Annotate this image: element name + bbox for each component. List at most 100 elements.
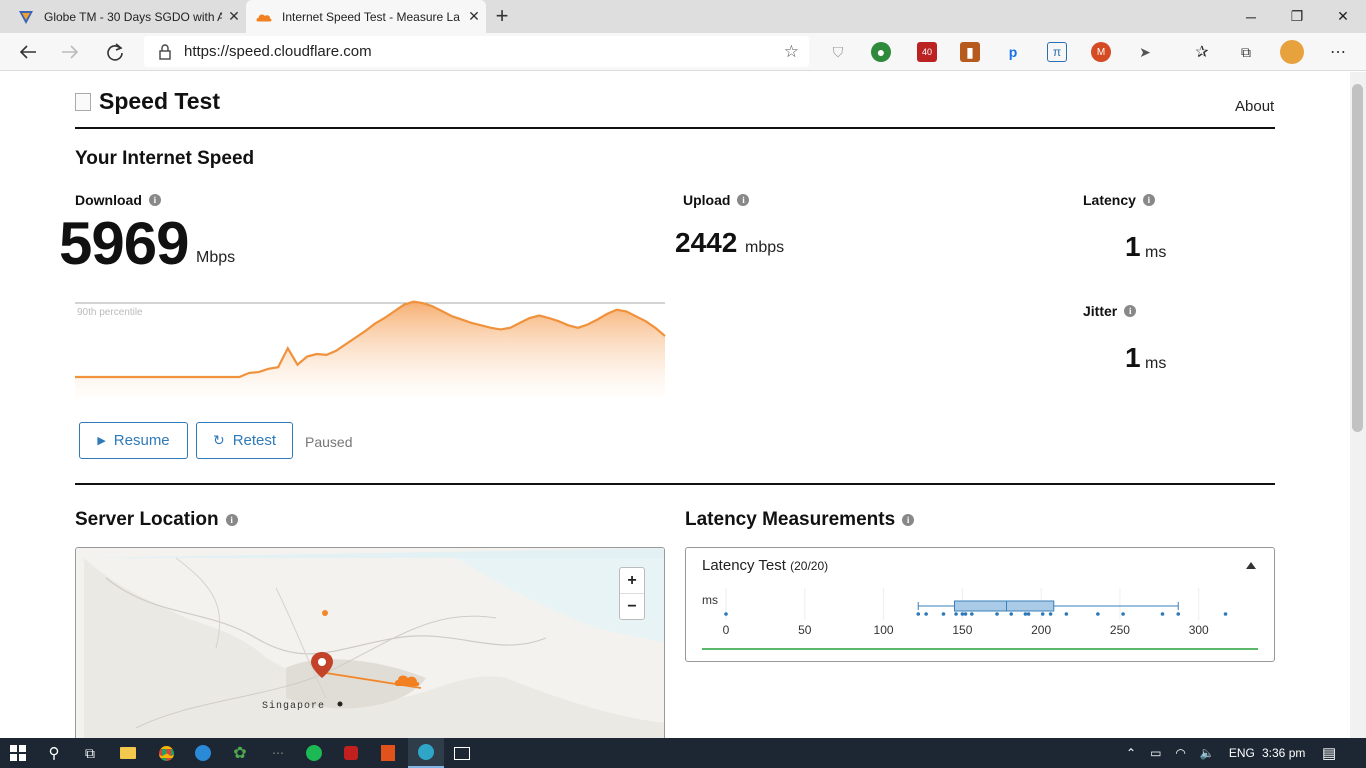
collapse-caret-icon[interactable]: [1246, 562, 1256, 569]
latency-tick-label: 0: [723, 623, 730, 637]
chevron-up-icon[interactable]: ⌃: [1126, 746, 1136, 760]
app-icon[interactable]: ⋯: [260, 738, 296, 768]
volume-icon[interactable]: 🔈: [1200, 746, 1215, 760]
retest-label: Retest: [232, 432, 277, 449]
shield-extension-icon[interactable]: ⛉: [828, 42, 848, 62]
file-explorer-icon[interactable]: [110, 738, 146, 768]
latency-point: [963, 612, 968, 616]
tab-speed-test[interactable]: Internet Speed Test - Measure La ✕: [246, 0, 486, 33]
chrome-icon[interactable]: [148, 738, 184, 768]
scrollbar-thumb[interactable]: [1352, 84, 1363, 432]
tab-title: Internet Speed Test - Measure La: [282, 9, 460, 24]
page-content: Speed Test About Your Internet Speed Dow…: [0, 72, 1350, 738]
download-label: Download i: [75, 192, 161, 208]
latency-point: [924, 612, 928, 616]
battery-icon[interactable]: ▭: [1150, 746, 1161, 760]
tab-globe[interactable]: Globe TM - 30 Days SGDO with A ✕: [8, 0, 246, 33]
favorite-star-icon[interactable]: ☆: [784, 42, 799, 62]
latency-axis-unit: ms: [702, 593, 718, 607]
badge-extension-icon[interactable]: 40: [917, 42, 937, 62]
zoom-in-button[interactable]: +: [620, 568, 644, 594]
info-icon[interactable]: i: [148, 194, 161, 206]
forward-icon[interactable]: [56, 38, 84, 66]
clock[interactable]: 3:36 pm: [1262, 738, 1305, 768]
pi-extension-icon[interactable]: π: [1047, 42, 1067, 62]
retest-icon: ↻: [212, 432, 225, 448]
latency-point: [1023, 612, 1028, 616]
site-title: Speed Test: [75, 88, 220, 115]
upload-unit: mbps: [745, 239, 785, 256]
office-icon[interactable]: [370, 738, 406, 768]
app-icon[interactable]: [333, 738, 369, 768]
header-divider: [75, 127, 1275, 129]
lock-icon: [158, 43, 172, 60]
latency-tick-label: 250: [1110, 623, 1130, 637]
download-chart: 90th percentile: [75, 300, 666, 397]
task-view-icon[interactable]: ⧉: [72, 738, 108, 768]
edge-active-icon[interactable]: [408, 738, 444, 768]
latency-tick-label: 100: [874, 623, 894, 637]
new-tab-button[interactable]: +: [490, 5, 514, 29]
p-extension-icon[interactable]: p: [1003, 42, 1023, 62]
latency-point: [941, 612, 946, 616]
url-text[interactable]: https://speed.cloudflare.com: [184, 43, 784, 60]
resume-button[interactable]: ▶ Resume: [79, 422, 188, 459]
latency-point: [1096, 612, 1100, 616]
jitter-unit: ms: [1145, 355, 1167, 372]
upload-label-text: Upload: [683, 192, 731, 208]
refresh-icon[interactable]: [101, 38, 129, 66]
book-extension-icon[interactable]: ▮: [960, 42, 980, 62]
about-link[interactable]: About: [1235, 98, 1274, 115]
language-indicator[interactable]: ENG: [1229, 746, 1255, 760]
tab-bar: Globe TM - 30 Days SGDO with A ✕ Interne…: [0, 0, 1366, 33]
share-extension-icon[interactable]: ➤: [1135, 42, 1155, 62]
close-window-icon[interactable]: ✕: [1320, 0, 1366, 33]
browser-toolbar: https://speed.cloudflare.com ☆ ⛉ ● 40 ▮ …: [0, 33, 1366, 71]
server-map[interactable]: Singapore: [75, 547, 665, 738]
server-location-heading-text: Server Location: [75, 509, 219, 530]
profile-avatar[interactable]: [1280, 40, 1304, 64]
server-location-heading: Server Location i: [75, 509, 238, 531]
collections-icon[interactable]: ⧉: [1236, 42, 1256, 62]
download-area: [75, 301, 665, 397]
favorites-icon[interactable]: ✰: [1192, 42, 1212, 62]
back-icon[interactable]: [14, 38, 42, 66]
address-bar[interactable]: https://speed.cloudflare.com ☆: [144, 36, 809, 67]
latency-point: [1026, 612, 1031, 616]
edge-icon[interactable]: [185, 738, 221, 768]
info-icon[interactable]: i: [902, 514, 915, 526]
latency-point: [724, 612, 728, 616]
globe-extension-icon[interactable]: ●: [871, 42, 891, 62]
info-icon[interactable]: i: [1124, 305, 1137, 317]
download-unit: Mbps: [196, 249, 236, 266]
latency-boxplot: ms 0 50 100 150 200 250 300: [702, 588, 1258, 650]
latency-point: [1121, 612, 1125, 616]
search-icon[interactable]: ⚲: [36, 738, 72, 768]
map-zoom-control: + −: [619, 567, 645, 620]
info-icon[interactable]: i: [225, 514, 238, 526]
latency-tick-label: 150: [952, 623, 972, 637]
broken-logo-icon: [75, 92, 91, 111]
wifi-icon[interactable]: ◠: [1175, 746, 1185, 760]
app-icon[interactable]: ✿: [222, 738, 258, 768]
spotify-icon[interactable]: [296, 738, 332, 768]
zoom-out-button[interactable]: −: [620, 594, 644, 620]
m-extension-icon[interactable]: M: [1091, 42, 1111, 62]
info-icon[interactable]: i: [737, 194, 750, 206]
notification-icon[interactable]: ▤: [1322, 738, 1336, 768]
retest-button[interactable]: ↻ Retest: [196, 422, 293, 459]
close-tab-icon[interactable]: ✕: [462, 8, 486, 25]
percentile-label: 90th percentile: [77, 307, 143, 318]
photos-icon[interactable]: [444, 738, 480, 768]
latency-point: [960, 612, 965, 616]
info-icon[interactable]: i: [1142, 194, 1155, 206]
minimize-icon[interactable]: ─: [1228, 0, 1274, 33]
resume-label: Resume: [113, 432, 170, 449]
close-tab-icon[interactable]: ✕: [222, 8, 246, 25]
windows-start-icon[interactable]: [0, 738, 36, 768]
latency-point: [1223, 612, 1228, 616]
latency-point: [1064, 612, 1069, 616]
restore-icon[interactable]: ❐: [1274, 0, 1320, 33]
more-menu-icon[interactable]: ⋯: [1328, 42, 1348, 62]
latency-measurements-heading-text: Latency Measurements: [685, 509, 896, 530]
